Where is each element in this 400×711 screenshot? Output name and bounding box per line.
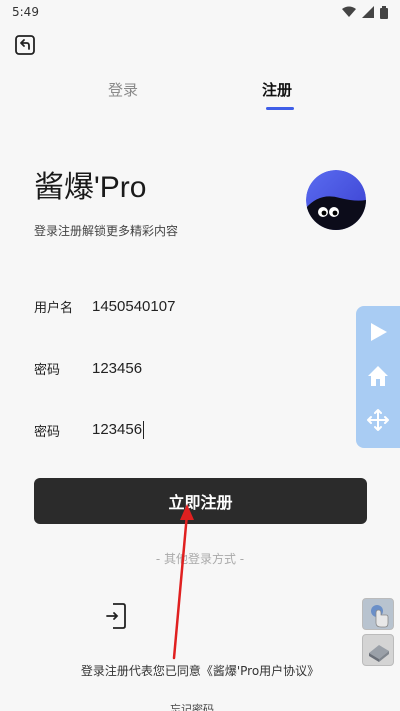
register-button[interactable]: 立即注册 xyxy=(34,478,367,524)
app-logo-icon xyxy=(306,170,366,230)
eraser-icon xyxy=(369,645,389,662)
status-icons xyxy=(342,5,388,19)
signal-icon xyxy=(362,6,374,18)
tab-active-indicator xyxy=(266,107,294,110)
page-title: 酱爆'Pro xyxy=(34,171,147,204)
password-input[interactable]: 123456 xyxy=(92,360,142,377)
back-arrow-icon xyxy=(15,35,35,55)
username-input[interactable]: 1450540107 xyxy=(92,298,175,315)
float-play-button[interactable] xyxy=(364,318,392,346)
text-cursor xyxy=(143,421,145,440)
phone-login-icon xyxy=(106,603,126,629)
tab-login[interactable]: 登录 xyxy=(108,76,138,102)
status-time: 5:49 xyxy=(12,5,39,19)
tab-register[interactable]: 注册 xyxy=(262,76,292,102)
play-icon xyxy=(371,323,387,341)
page-subtitle: 登录注册解锁更多精彩内容 xyxy=(34,224,179,238)
back-button[interactable] xyxy=(14,34,36,56)
password-row: 密码 123456 xyxy=(34,356,334,380)
home-icon xyxy=(368,366,388,386)
confirm-password-value: 123456 xyxy=(92,420,143,438)
float-home-button[interactable] xyxy=(364,362,392,390)
touch-icon xyxy=(371,605,389,628)
auth-tabs: 登录 注册 xyxy=(0,76,400,112)
password-label: 密码 xyxy=(34,362,61,378)
floating-thumbnail-touch[interactable] xyxy=(362,598,394,630)
username-row: 用户名 1450540107 xyxy=(34,294,334,318)
red-arrow-icon xyxy=(172,504,194,660)
forgot-password-link[interactable]: 忘记密码 xyxy=(170,703,214,711)
confirm-password-row: 密码 123456 xyxy=(34,418,334,442)
username-label: 用户名 xyxy=(34,300,74,316)
move-icon xyxy=(367,409,389,431)
other-login-divider: - 其他登录方式 - xyxy=(155,552,245,566)
float-move-button[interactable] xyxy=(364,406,392,434)
floating-thumbnail-eraser[interactable] xyxy=(362,634,394,666)
avatar xyxy=(306,170,366,230)
agreement-text[interactable]: 登录注册代表您已同意《酱爆'Pro用户协议》 xyxy=(0,662,400,679)
phone-login-button[interactable] xyxy=(104,602,128,630)
status-bar: 5:49 xyxy=(0,0,400,24)
confirm-password-label: 密码 xyxy=(34,424,61,440)
floating-control-panel xyxy=(356,306,400,448)
battery-icon xyxy=(380,5,388,19)
confirm-password-input[interactable]: 123456 xyxy=(92,420,145,440)
wifi-icon xyxy=(342,6,356,17)
